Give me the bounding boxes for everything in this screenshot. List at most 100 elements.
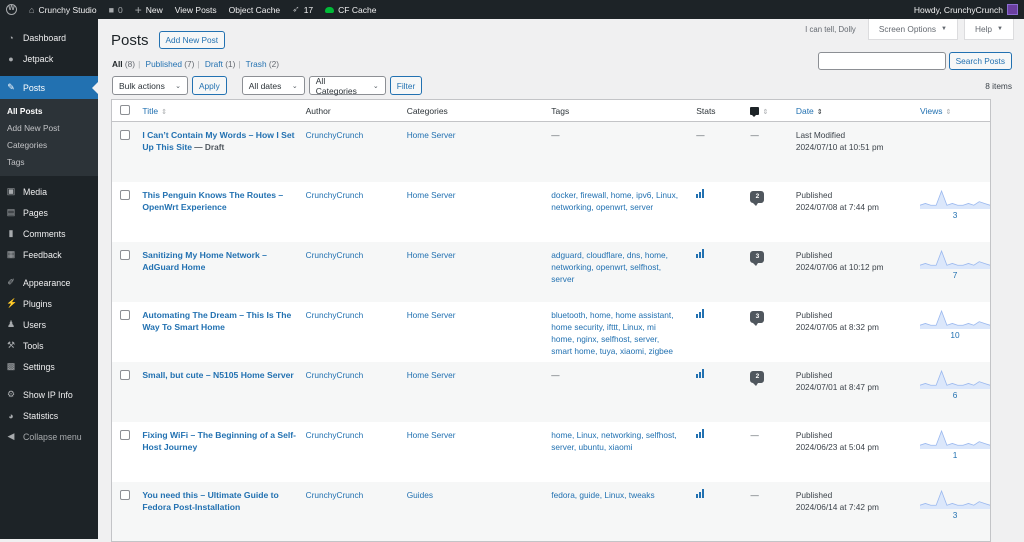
comment-count-bubble[interactable]: 2 [750,190,765,206]
search-posts-button[interactable]: Search Posts [948,52,1012,70]
author-link[interactable]: CrunchyCrunch [306,430,364,440]
author-link[interactable]: CrunchyCrunch [306,130,364,140]
views-count[interactable]: 1 [953,450,958,460]
stats-bar-icon[interactable] [696,188,705,198]
tags-list[interactable]: adguard, cloudflare, dns, home, networki… [551,250,668,284]
select-all-checkbox[interactable] [120,105,130,115]
new-content-link[interactable]: + New [129,0,169,19]
row-checkbox[interactable] [120,189,130,200]
view-posts-link[interactable]: View Posts [169,0,223,19]
object-cache-link[interactable]: Object Cache [223,0,287,19]
column-views[interactable]: Views ⇕ [914,99,991,122]
sidebar-item-plugins[interactable]: ⚡ Plugins [0,293,98,314]
post-title-link[interactable]: This Penguin Knows The Routes – OpenWrt … [142,190,283,212]
comments-link[interactable]: ■ 0 [103,0,129,19]
sidebar-item-appearance[interactable]: ✐ Appearance [0,272,98,293]
comment-count-bubble[interactable]: 3 [750,250,765,266]
sidebar-item-jetpack[interactable]: ● Jetpack [0,48,98,69]
sidebar-item-show-ip-info[interactable]: ⚙ Show IP Info [0,384,98,405]
author-link[interactable]: CrunchyCrunch [306,370,364,380]
stats-bar-icon[interactable] [696,248,705,258]
submenu-tags[interactable]: Tags [0,154,98,171]
submenu-all-posts[interactable]: All Posts [0,103,98,120]
site-name-link[interactable]: ⌂ Crunchy Studio [23,0,103,19]
post-title-link[interactable]: Automating The Dream – This Is The Way T… [142,310,291,332]
column-date[interactable]: Date ⇕ [789,99,914,122]
help-button[interactable]: Help ▼ [963,19,1014,40]
views-count[interactable]: 10 [950,330,959,340]
row-checkbox-cell [111,241,137,302]
filter-draft[interactable]: Draft (1) [205,59,235,69]
sidebar-item-media[interactable]: ▣ Media [0,181,98,202]
row-checkbox[interactable] [120,369,130,380]
updates-link[interactable]: ➶ 17 [286,0,319,19]
stats-bar-icon[interactable] [696,488,705,498]
author-link[interactable]: CrunchyCrunch [306,190,364,200]
sidebar-item-dashboard[interactable]: ◔ Dashboard [0,27,98,48]
filter-button[interactable]: Filter [389,76,423,95]
views-count[interactable]: 3 [953,210,958,220]
submenu-categories[interactable]: Categories [0,137,98,154]
row-checkbox[interactable] [120,130,130,140]
views-count[interactable]: 3 [953,510,958,520]
wordpress-logo[interactable]: W [0,0,23,19]
filter-trash[interactable]: Trash (2) [246,59,279,69]
category-link[interactable]: Home Server [407,250,456,260]
admin-sidebar: ◔ Dashboard ● Jetpack ✎ Posts All Posts Add… [0,19,98,539]
post-title-link[interactable]: Sanitizing My Home Network – AdGuard Hom… [142,250,267,272]
author-link[interactable]: CrunchyCrunch [306,490,364,500]
stats-bar-icon[interactable] [696,368,705,378]
filter-published[interactable]: Published (7) [146,59,195,69]
row-checkbox[interactable] [120,249,130,260]
sidebar-item-tools[interactable]: ⚒ Tools [0,335,98,356]
categories-select[interactable]: All Categories ⌄ [308,76,386,96]
add-new-post-button[interactable]: Add New Post [158,31,226,49]
post-title-link[interactable]: You need this – Ultimate Guide to Fedora… [142,490,278,512]
author-cell: CrunchyCrunch [299,481,401,542]
comments-cell: 3 [744,241,790,302]
category-link[interactable]: Home Server [407,310,456,320]
stats-bar-icon[interactable] [696,308,705,318]
filter-all[interactable]: All (8) [112,59,135,69]
row-checkbox[interactable] [120,309,130,320]
sidebar-item-pages[interactable]: ▤ Pages [0,202,98,223]
sidebar-item-comments[interactable]: ▮ Comments [0,223,98,244]
stats-bar-icon[interactable] [696,428,705,438]
row-checkbox[interactable] [120,489,130,500]
account-menu[interactable]: Howdy, CrunchyCrunch [908,0,1024,19]
category-link[interactable]: Home Server [407,430,456,440]
column-title[interactable]: Title ⇕ [136,99,300,122]
sidebar-item-posts[interactable]: ✎ Posts [0,76,98,99]
row-checkbox[interactable] [120,429,130,440]
sidebar-item-users[interactable]: ♟ Users [0,314,98,335]
views-cell: 7 [914,241,991,302]
screen-options-button[interactable]: Screen Options ▼ [867,19,958,40]
sidebar-item-settings[interactable]: ▩ Settings [0,356,98,377]
sidebar-item-feedback[interactable]: ▦ Feedback [0,244,98,265]
cf-cache-link[interactable]: CF Cache [319,0,382,19]
category-link[interactable]: Home Server [407,130,456,140]
tags-list[interactable]: fedora, guide, Linux, tweaks [551,490,654,500]
author-link[interactable]: CrunchyCrunch [306,310,364,320]
comment-count-bubble[interactable]: 2 [750,370,765,386]
search-input[interactable] [817,52,946,70]
column-comments[interactable]: ⇕ [744,99,790,122]
sidebar-item-statistics[interactable]: ◕ Statistics [0,405,98,426]
author-link[interactable]: CrunchyCrunch [306,250,364,260]
views-count[interactable]: 7 [953,270,958,280]
dates-select[interactable]: All dates ⌄ [241,76,305,95]
apply-button[interactable]: Apply [192,76,227,95]
views-count[interactable]: 6 [953,390,958,400]
tags-list[interactable]: bluetooth, home, home assistant, home se… [551,310,673,356]
post-title-link[interactable]: Small, but cute – N5105 Home Server [142,370,293,380]
submenu-add-new-post[interactable]: Add New Post [0,120,98,137]
tags-list[interactable]: docker, firewall, home, ipv6, Linux, net… [551,190,678,212]
comment-count-bubble[interactable]: 3 [750,310,765,326]
category-link[interactable]: Home Server [407,370,456,380]
post-title-link[interactable]: Fixing WiFi – The Beginning of a Self-Ho… [142,430,296,452]
tags-list[interactable]: home, Linux, networking, selfhost, serve… [551,430,676,452]
bulk-actions-select[interactable]: Bulk actions ⌄ [112,76,188,95]
category-link[interactable]: Home Server [407,190,456,200]
collapse-menu-button[interactable]: ◀ Collapse menu [0,426,98,447]
category-link[interactable]: Guides [407,490,433,500]
